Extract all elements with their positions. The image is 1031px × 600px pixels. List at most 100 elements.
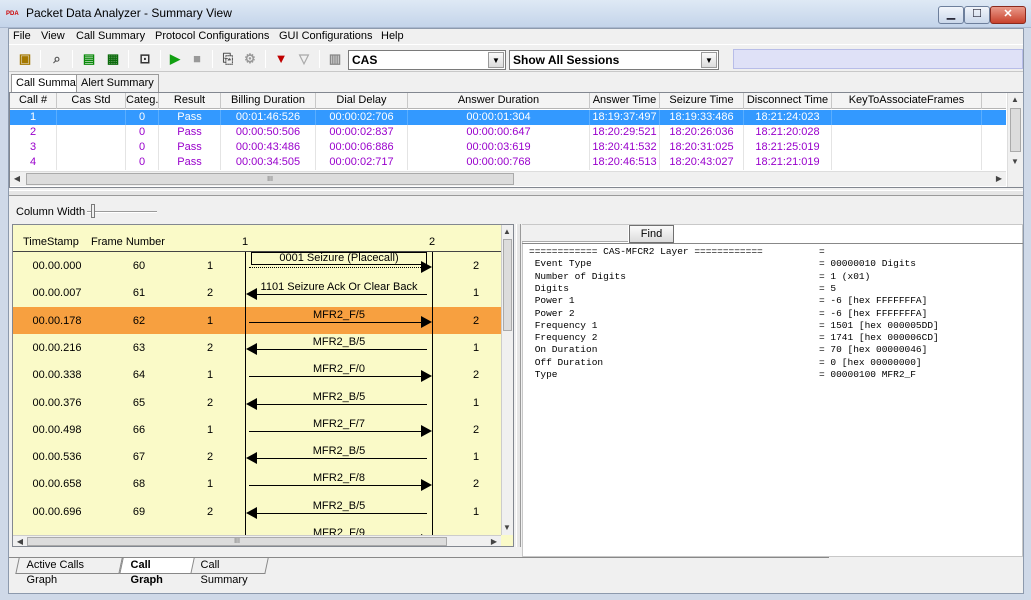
vertical-splitter[interactable] <box>516 224 521 547</box>
scroll-thumb[interactable] <box>503 239 512 331</box>
menu-call-summary[interactable]: Call Summary <box>76 29 145 43</box>
message-arrow[interactable]: MFR2_F/7 <box>245 416 433 443</box>
table-row[interactable]: 2 0 Pass 00:00:50:506 00:00:02:837 00:00:00:6… <box>10 125 1006 140</box>
arrow-left-icon <box>246 452 257 465</box>
scroll-down-icon[interactable]: ▼ <box>501 521 513 535</box>
call-graph-row[interactable]: 00.00.338 64 1 2 MFR2_F/0 <box>13 361 501 388</box>
settings-icon[interactable]: ⚙ <box>240 49 260 69</box>
frame-number-cell: 60 <box>132 260 146 272</box>
menu-gui-configurations[interactable]: GUI Configurations <box>279 29 373 43</box>
set-filter-icon[interactable]: ▼ <box>271 49 291 69</box>
destination-cell: 2 <box>472 260 480 272</box>
column-header[interactable]: Seizure Time <box>660 93 744 109</box>
column-width-slider-thumb[interactable] <box>91 204 95 218</box>
grid-vertical-scrollbar[interactable]: ▲ ▼ <box>1007 93 1023 187</box>
column-header[interactable]: Call # <box>10 93 57 109</box>
clear-filter-icon[interactable]: ▽ <box>294 49 314 69</box>
graph-horizontal-scrollbar[interactable]: ◀ III ▶ <box>13 535 501 546</box>
table-row[interactable]: 1 0 Pass 00:01:46:526 00:00:02:706 00:00:01:3… <box>10 110 1006 125</box>
close-button[interactable]: ✕ <box>990 6 1026 24</box>
find-button[interactable]: Find <box>629 225 674 243</box>
toolbar: ▣ ⌕ ▤ ▦ ⊡ ▶ ■ ⎘ ⚙ ▼ ▽ ▥ CAS ▼ Show All S… <box>9 44 1023 72</box>
filter-icon[interactable]: ⊡ <box>135 49 155 69</box>
call-graph-row[interactable]: 00.00.536 67 2 1 MFR2_B/5 <box>13 443 501 470</box>
scroll-up-icon[interactable]: ▲ <box>501 225 513 239</box>
column-header[interactable]: Dial Delay <box>316 93 408 109</box>
properties-icon[interactable]: ⎘ <box>218 49 238 69</box>
arrow-right-icon <box>421 424 432 437</box>
scroll-thumb[interactable]: III <box>27 537 447 546</box>
call-graph-row[interactable]: 00.00.216 63 2 1 MFR2_B/5 <box>13 334 501 361</box>
maximize-button[interactable]: ☐ <box>964 6 990 24</box>
chevron-down-icon[interactable]: ▼ <box>488 52 504 68</box>
menu-file[interactable]: File <box>13 29 31 43</box>
call-graph-row[interactable]: 00.00.696 69 2 1 MFR2_B/5 <box>13 498 501 525</box>
column-header[interactable]: Disconnect Time <box>744 93 832 109</box>
table-row[interactable]: 4 0 Pass 00:00:34:505 00:00:02:717 00:00:00:7… <box>10 155 1006 170</box>
scroll-right-icon[interactable]: ▶ <box>992 172 1006 186</box>
tab-alert-summary[interactable]: Alert Summary <box>76 74 159 92</box>
window-title: Packet Data Analyzer - Summary View <box>26 6 232 20</box>
scroll-left-icon[interactable]: ◀ <box>10 172 24 186</box>
column-header[interactable]: Answer Time <box>590 93 660 109</box>
scroll-thumb[interactable]: III <box>26 173 514 185</box>
message-arrow[interactable]: 1101 Seizure Ack Or Clear Back <box>245 279 433 306</box>
table-cell: Pass <box>159 110 221 125</box>
tab-call-summary-bottom[interactable]: Call Summary <box>189 558 269 586</box>
call-graph-row[interactable]: 00.00.498 66 1 2 MFR2_F/7 <box>13 416 501 443</box>
detail-field-name: On Duration <box>529 344 598 356</box>
scroll-right-icon[interactable]: ▶ <box>487 535 501 546</box>
open-folder-icon[interactable]: ▣ <box>15 49 35 69</box>
message-arrow[interactable]: MFR2_B/5 <box>245 334 433 361</box>
menu-view[interactable]: View <box>41 29 65 43</box>
menu-protocol-configurations[interactable]: Protocol Configurations <box>155 29 269 43</box>
column-header[interactable]: Answer Duration <box>408 93 590 109</box>
message-arrow[interactable]: 0001 Seizure (Placecall) <box>245 252 433 279</box>
message-arrow[interactable]: MFR2_B/5 <box>245 389 433 416</box>
horizontal-splitter[interactable] <box>9 190 1023 196</box>
table-cell <box>57 125 126 140</box>
tab-label: Call Graph <box>130 559 163 586</box>
column-header[interactable]: Categ... <box>126 93 159 109</box>
column-header[interactable]: Cas Std <box>57 93 126 109</box>
call-graph-row[interactable]: 00.00.178 62 1 2 MFR2_F/5 <box>13 306 501 334</box>
minimize-button[interactable]: ▁ <box>938 6 964 24</box>
scroll-down-icon[interactable]: ▼ <box>1008 155 1022 169</box>
grid-horizontal-scrollbar[interactable]: ◀ III ▶ <box>10 171 1006 186</box>
call-graph-row[interactable]: 00.00.376 65 2 1 MFR2_B/5 <box>13 389 501 416</box>
call-graph-row[interactable]: 00.00.000 60 1 2 0001 Seizure (Placecall) <box>13 252 501 279</box>
source-cell: 2 <box>206 451 214 464</box>
chevron-down-icon[interactable]: ▼ <box>701 52 717 68</box>
timestamp-cell: 00.00.338 <box>32 369 82 382</box>
stop-icon[interactable]: ■ <box>187 49 207 69</box>
call-graph-row[interactable]: 00.00.658 68 1 2 MFR2_F/8 <box>13 470 501 497</box>
message-arrow[interactable]: MFR2_F/5 <box>245 307 433 334</box>
top-tabs: Call Summary Alert Summary <box>9 74 1023 93</box>
protocol-combo[interactable]: CAS ▼ <box>348 50 506 70</box>
scroll-up-icon[interactable]: ▲ <box>1008 93 1022 107</box>
tab-call-graph[interactable]: Call Graph <box>119 558 195 586</box>
find-input[interactable] <box>522 225 628 242</box>
menu-help[interactable]: Help <box>381 29 404 43</box>
message-arrow[interactable]: MFR2_F/0 <box>245 361 433 388</box>
scroll-left-icon[interactable]: ◀ <box>13 535 27 546</box>
message-arrow[interactable]: MFR2_B/5 <box>245 443 433 470</box>
session-combo[interactable]: Show All Sessions ▼ <box>509 50 719 70</box>
scroll-thumb[interactable] <box>1010 108 1021 152</box>
sessions-icon[interactable]: ▦ <box>103 49 123 69</box>
column-header[interactable]: KeyToAssociateFrames <box>832 93 982 109</box>
grid-header: Call #Cas StdCateg...ResultBilling Durat… <box>10 93 1006 109</box>
call-graph-row[interactable]: 00.00.007 61 2 1 1101 Seizure Ack Or Clear B… <box>13 279 501 306</box>
column-width-slider-track[interactable] <box>87 211 157 213</box>
message-arrow[interactable]: MFR2_B/5 <box>245 498 433 525</box>
layer-icon[interactable]: ▥ <box>325 49 345 69</box>
graph-vertical-scrollbar[interactable]: ▲ ▼ <box>501 225 513 535</box>
search-icon[interactable]: ⌕ <box>47 49 67 69</box>
play-icon[interactable]: ▶ <box>165 49 185 69</box>
column-header[interactable]: Result <box>159 93 221 109</box>
message-arrow[interactable]: MFR2_F/8 <box>245 470 433 497</box>
table-row[interactable]: 3 0 Pass 00:00:43:486 00:00:06:886 00:00:03:6… <box>10 140 1006 155</box>
export-green-icon[interactable]: ▤ <box>79 49 99 69</box>
column-header[interactable]: Billing Duration <box>221 93 316 109</box>
tab-active-calls-graph[interactable]: Active Calls Graph <box>15 558 123 586</box>
